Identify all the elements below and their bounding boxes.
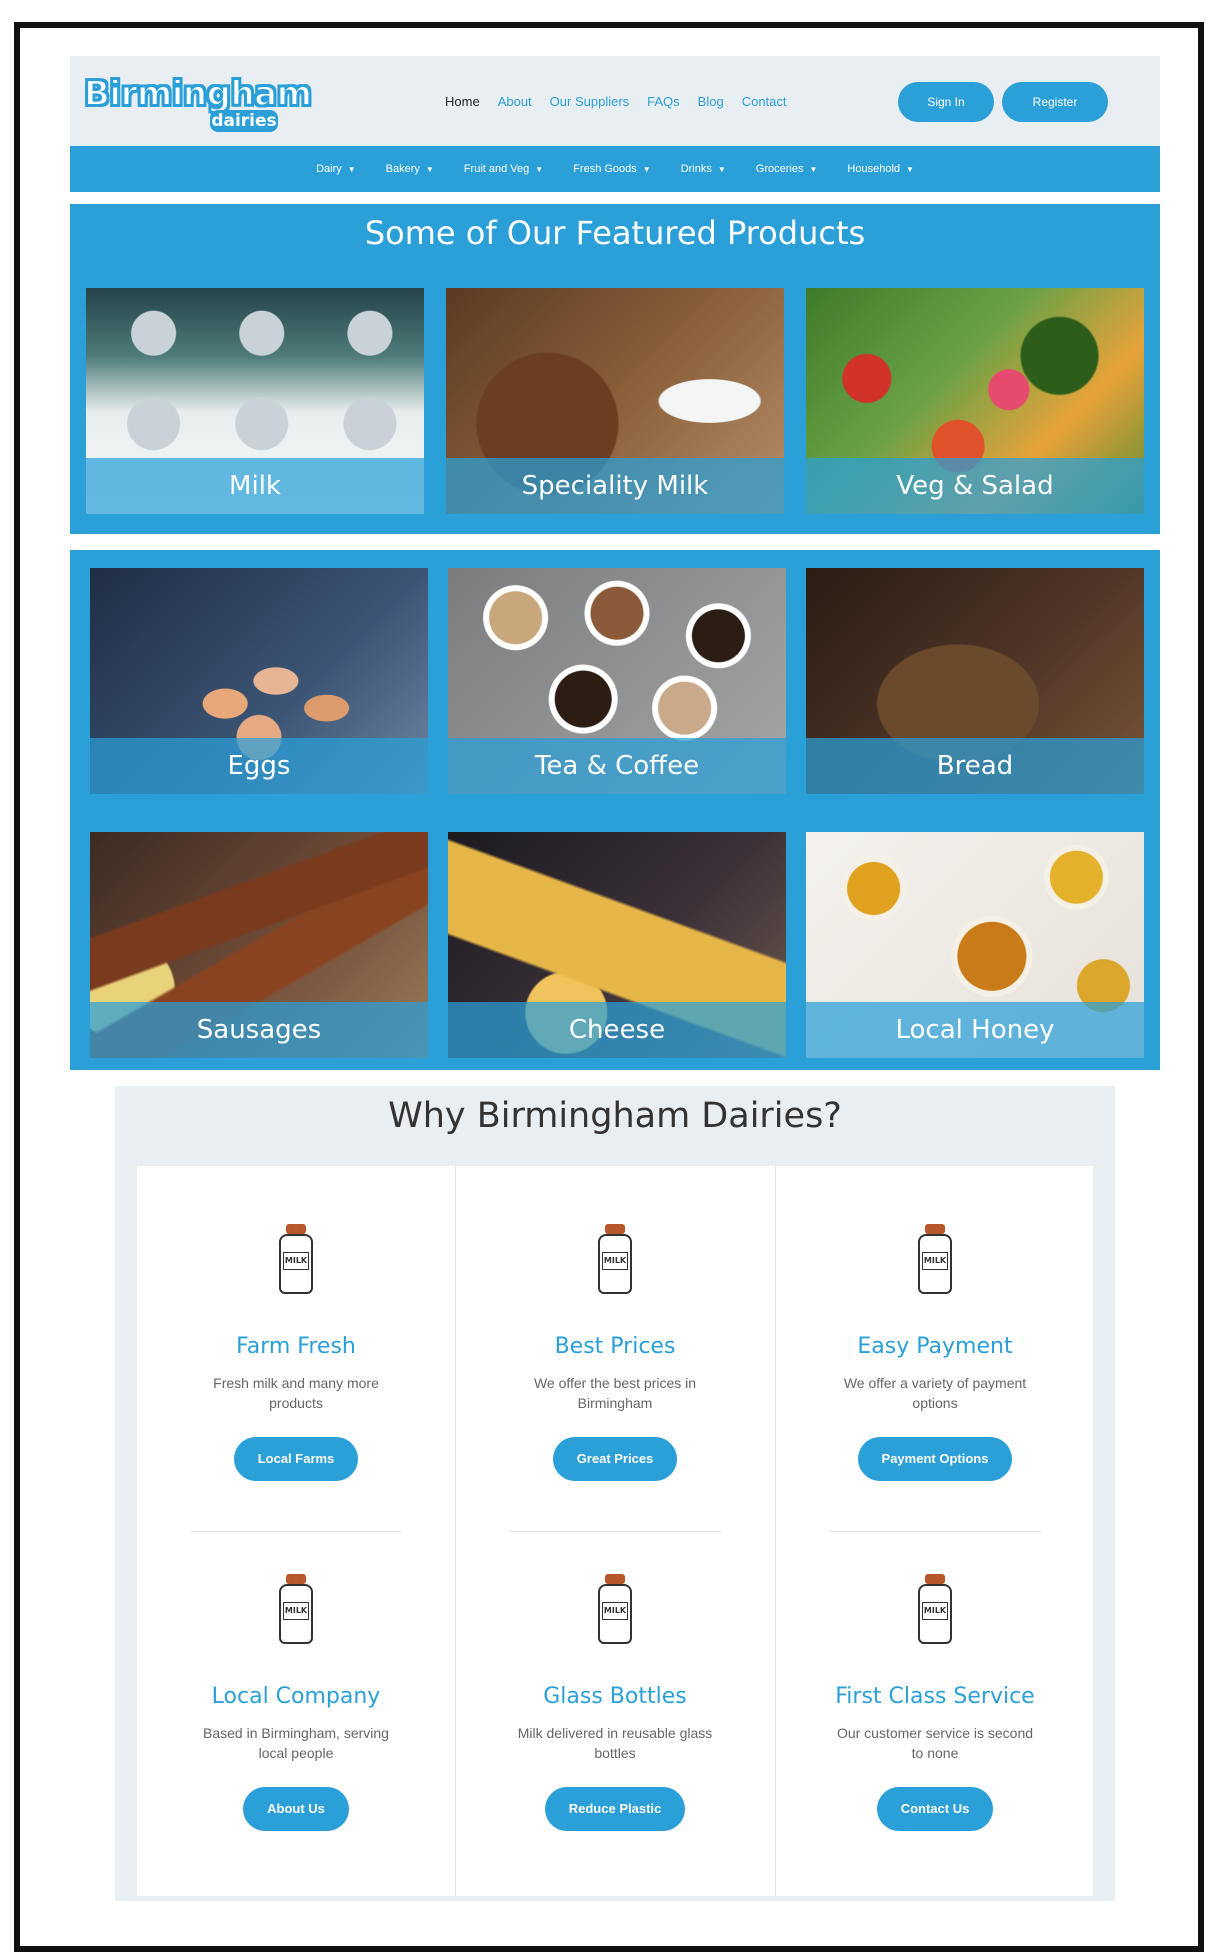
feature-description: Fresh milk and many more products bbox=[213, 1375, 379, 1411]
milk-bottle-icon: MILK bbox=[596, 1574, 634, 1646]
great-prices-button[interactable]: Great Prices bbox=[552, 1437, 678, 1481]
milk-bottle-icon: MILK bbox=[916, 1574, 954, 1646]
tile-caption: Sausages bbox=[90, 1002, 428, 1058]
nav-faqs[interactable]: FAQs bbox=[647, 94, 680, 109]
milk-bottle-icon: MILK bbox=[277, 1574, 315, 1646]
brand-logo[interactable]: Birmingham dairies bbox=[83, 73, 313, 134]
product-tile-local-honey[interactable]: Local Honey bbox=[806, 832, 1144, 1058]
category-label: Dairy bbox=[316, 163, 342, 175]
product-tile-tea-coffee[interactable]: Tea & Coffee bbox=[448, 568, 786, 794]
category-label: Fresh Goods bbox=[573, 163, 637, 175]
feature-farm-fresh: MILK Farm Fresh Fresh milk and many more… bbox=[137, 1224, 455, 1481]
caret-down-icon: ▼ bbox=[717, 165, 726, 174]
page: Birmingham dairies Home About Our Suppli… bbox=[70, 56, 1160, 1901]
category-drinks[interactable]: Drinks ▼ bbox=[681, 163, 726, 175]
sign-in-button[interactable]: Sign In bbox=[898, 82, 994, 122]
feature-description: We offer a variety of payment options bbox=[843, 1375, 1027, 1411]
logo-word-birmingham: Birmingham bbox=[83, 73, 313, 115]
nav-about[interactable]: About bbox=[498, 94, 532, 109]
category-fruit-and-veg[interactable]: Fruit and Veg ▼ bbox=[464, 163, 543, 175]
why-section: Why Birmingham Dairies? MILK Farm Fresh … bbox=[115, 1086, 1115, 1901]
caret-down-icon: ▼ bbox=[347, 165, 356, 174]
about-us-button[interactable]: About Us bbox=[243, 1787, 349, 1831]
feature-title: Easy Payment bbox=[857, 1334, 1013, 1359]
caret-down-icon: ▼ bbox=[425, 165, 434, 174]
caret-down-icon: ▼ bbox=[642, 165, 651, 174]
milk-bottle-icon: MILK bbox=[277, 1224, 315, 1296]
feature-description: We offer the best prices in Birmingham bbox=[533, 1375, 697, 1411]
feature-description: Based in Birmingham, serving local peopl… bbox=[203, 1725, 389, 1761]
feature-title: Glass Bottles bbox=[543, 1684, 687, 1709]
row-divider bbox=[191, 1531, 401, 1532]
register-button[interactable]: Register bbox=[1002, 82, 1108, 122]
tile-caption: Milk bbox=[86, 458, 424, 514]
tile-caption: Bread bbox=[806, 738, 1144, 794]
header: Birmingham dairies Home About Our Suppli… bbox=[70, 56, 1160, 146]
feature-title: Farm Fresh bbox=[236, 1334, 356, 1359]
milk-bottle-icon: MILK bbox=[916, 1224, 954, 1296]
product-grid: Eggs Tea & Coffee Bread Sausages Cheese … bbox=[70, 550, 1160, 1070]
tile-caption: Eggs bbox=[90, 738, 428, 794]
feature-first-class-service: MILK First Class Service Our customer se… bbox=[776, 1574, 1094, 1831]
tile-caption: Veg & Salad bbox=[806, 458, 1144, 514]
product-tile-sausages[interactable]: Sausages bbox=[90, 832, 428, 1058]
payment-options-button[interactable]: Payment Options bbox=[857, 1437, 1013, 1481]
caret-down-icon: ▼ bbox=[809, 165, 818, 174]
category-fresh-goods[interactable]: Fresh Goods ▼ bbox=[573, 163, 651, 175]
row-divider bbox=[829, 1531, 1041, 1532]
category-label: Fruit and Veg bbox=[463, 163, 530, 175]
feature-description: Milk delivered in reusable glass bottles bbox=[517, 1725, 713, 1761]
category-label: Drinks bbox=[680, 163, 712, 175]
local-farms-button[interactable]: Local Farms bbox=[233, 1437, 359, 1481]
category-label: Groceries bbox=[755, 163, 804, 175]
product-tile-milk[interactable]: Milk bbox=[86, 288, 424, 514]
nav-home[interactable]: Home bbox=[445, 94, 480, 109]
row-divider bbox=[509, 1531, 721, 1532]
feature-best-prices: MILK Best Prices We offer the best price… bbox=[456, 1224, 774, 1481]
product-tile-eggs[interactable]: Eggs bbox=[90, 568, 428, 794]
reduce-plastic-button[interactable]: Reduce Plastic bbox=[544, 1787, 686, 1831]
feature-title: First Class Service bbox=[835, 1684, 1035, 1709]
category-label: Household bbox=[847, 163, 900, 175]
category-household[interactable]: Household ▼ bbox=[847, 163, 914, 175]
main-nav: Home About Our Suppliers FAQs Blog Conta… bbox=[445, 94, 787, 109]
tile-caption: Local Honey bbox=[806, 1002, 1144, 1058]
tile-caption: Tea & Coffee bbox=[448, 738, 786, 794]
category-dairy[interactable]: Dairy ▼ bbox=[316, 163, 356, 175]
tile-caption: Cheese bbox=[448, 1002, 786, 1058]
featured-products: Some of Our Featured Products Milk Speci… bbox=[70, 204, 1160, 534]
tile-caption: Speciality Milk bbox=[446, 458, 784, 514]
feature-description: Our customer service is second to none bbox=[836, 1725, 1034, 1761]
caret-down-icon: ▼ bbox=[906, 165, 914, 174]
product-tile-bread[interactable]: Bread bbox=[806, 568, 1144, 794]
feature-easy-payment: MILK Easy Payment We offer a variety of … bbox=[776, 1224, 1094, 1481]
category-label: Bakery bbox=[385, 163, 420, 175]
category-groceries[interactable]: Groceries ▼ bbox=[756, 163, 818, 175]
caret-down-icon: ▼ bbox=[535, 165, 544, 174]
contact-us-button[interactable]: Contact Us bbox=[876, 1787, 994, 1831]
logo-word-dairies: dairies bbox=[210, 110, 278, 132]
why-title: Why Birmingham Dairies? bbox=[388, 1096, 842, 1136]
nav-contact[interactable]: Contact bbox=[742, 94, 787, 109]
feature-glass-bottles: MILK Glass Bottles Milk delivered in reu… bbox=[456, 1574, 774, 1831]
feature-local-company: MILK Local Company Based in Birmingham, … bbox=[137, 1574, 455, 1831]
nav-our-suppliers[interactable]: Our Suppliers bbox=[550, 94, 629, 109]
category-bakery[interactable]: Bakery ▼ bbox=[386, 163, 434, 175]
feature-title: Local Company bbox=[211, 1684, 381, 1709]
product-tile-veg-salad[interactable]: Veg & Salad bbox=[806, 288, 1144, 514]
auth-buttons: Sign In Register bbox=[898, 82, 1108, 122]
milk-bottle-icon: MILK bbox=[596, 1224, 634, 1296]
nav-blog[interactable]: Blog bbox=[698, 94, 724, 109]
product-tile-cheese[interactable]: Cheese bbox=[448, 832, 786, 1058]
category-menu: Dairy ▼ Bakery ▼ Fruit and Veg ▼ Fresh Good… bbox=[70, 146, 1160, 192]
product-tile-speciality-milk[interactable]: Speciality Milk bbox=[446, 288, 784, 514]
featured-title: Some of Our Featured Products bbox=[364, 214, 866, 252]
feature-title: Best Prices bbox=[554, 1334, 676, 1359]
